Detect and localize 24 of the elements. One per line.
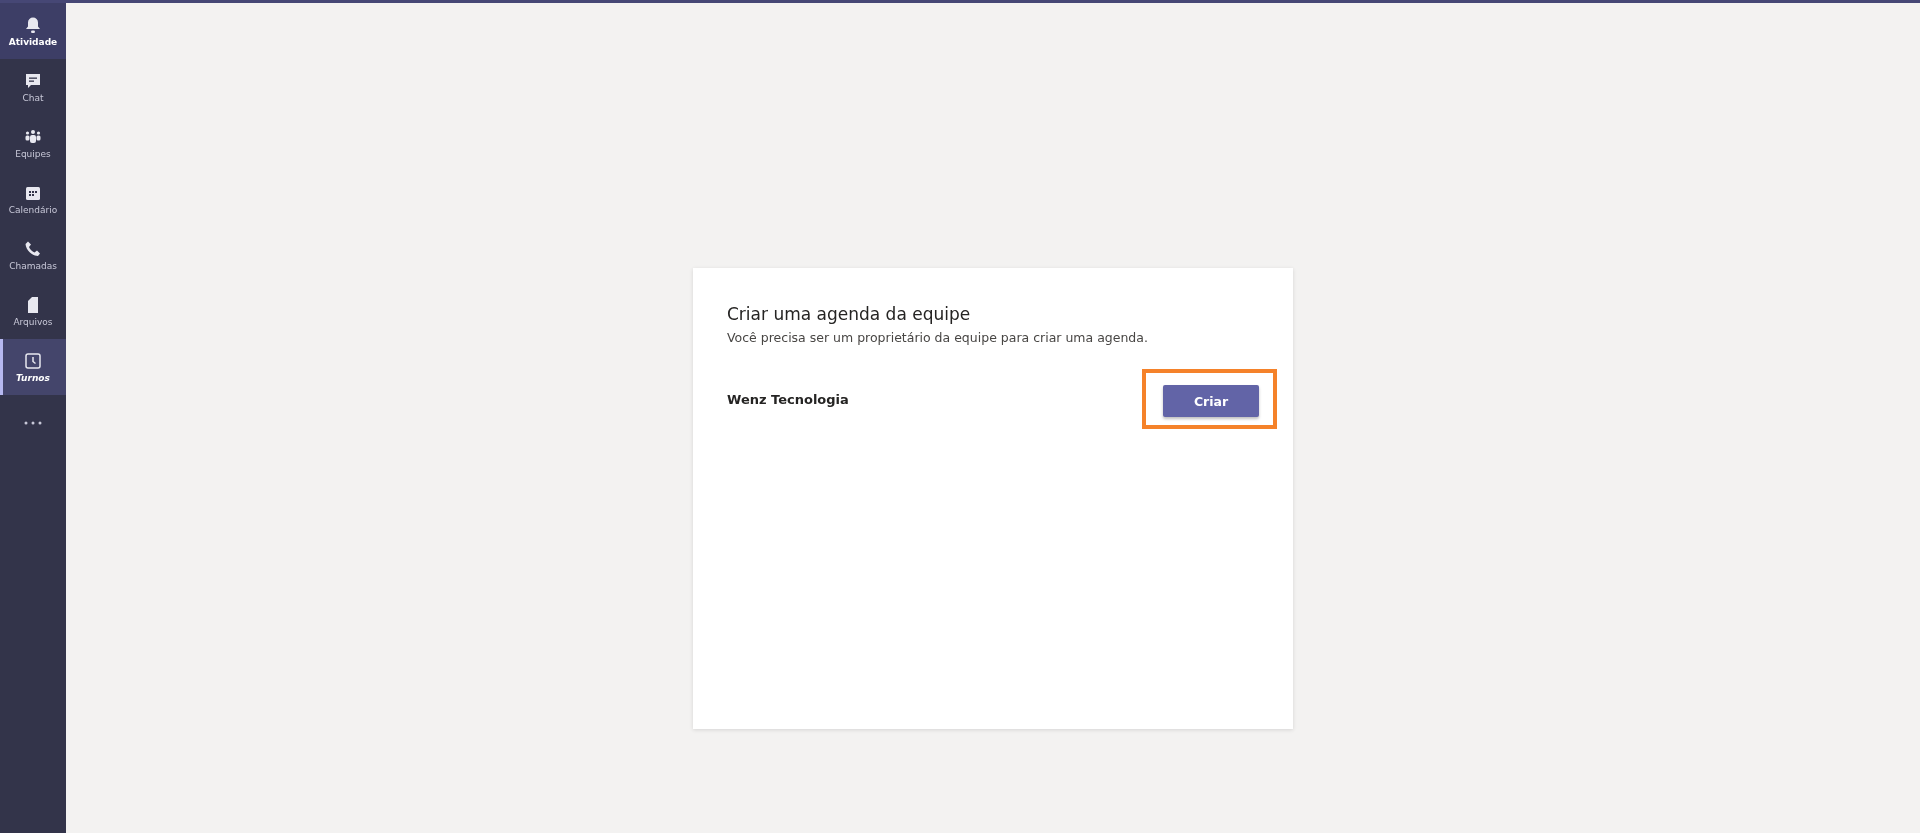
clock-icon	[24, 351, 42, 370]
card-subtitle: Você precisa ser um proprietário da equipe para criar uma agenda.	[727, 330, 1149, 345]
sidebar-label: Arquivos	[13, 316, 53, 327]
people-icon	[24, 127, 42, 146]
sidebar-label: Equipes	[15, 148, 51, 159]
sidebar-label: Turnos	[16, 372, 50, 383]
create-button[interactable]: Criar	[1163, 385, 1259, 417]
card-title: Criar uma agenda da equipe	[727, 304, 972, 324]
sidebar-item[interactable]: Equipes	[0, 115, 66, 171]
sidebar-label: Chamadas	[9, 260, 57, 271]
phone-icon	[24, 239, 42, 258]
sidebar-label: Calendário	[8, 204, 58, 215]
sidebar-item[interactable]: Atividade	[0, 3, 66, 59]
bell-icon	[24, 15, 42, 34]
sidebar-label: Atividade	[8, 36, 58, 47]
chat-icon	[24, 71, 42, 90]
sidebar-label: Chat	[22, 92, 44, 103]
sidebar-item[interactable]: Arquivos	[0, 283, 66, 339]
sidebar-item[interactable]: Turnos	[0, 339, 66, 395]
sidebar-item[interactable]: Chamadas	[0, 227, 66, 283]
sidebar-item[interactable]: Chat	[0, 59, 66, 115]
team-name: Wenz Tecnologia	[727, 391, 849, 407]
more-icon[interactable]	[24, 421, 42, 425]
sidebar-item[interactable]: Calendário	[0, 171, 66, 227]
